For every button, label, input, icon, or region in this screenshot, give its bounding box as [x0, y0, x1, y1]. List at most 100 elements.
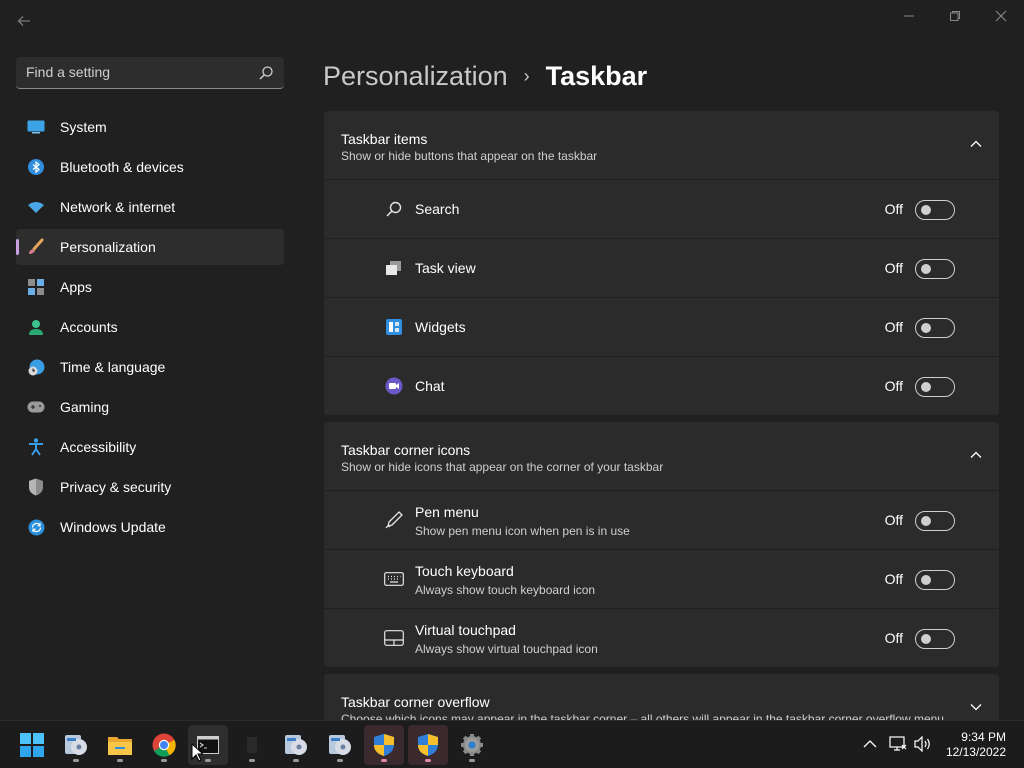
keyboard-icon — [384, 570, 404, 588]
clock-time: 9:34 PM — [961, 730, 1006, 744]
toggle-knob — [921, 382, 931, 392]
sidebar-item-label: Accessibility — [60, 439, 137, 455]
touch-keyboard-toggle[interactable] — [915, 570, 955, 590]
back-button[interactable] — [14, 12, 34, 36]
chat-toggle[interactable] — [915, 377, 955, 397]
taskbar-corner-overflow-group: Taskbar corner overflow Choose which ico… — [324, 674, 999, 720]
sidebar-item-privacy[interactable]: Privacy & security — [16, 469, 284, 505]
blank-app-icon — [247, 737, 257, 753]
taskbar-corner-icons-header[interactable]: Taskbar corner icons Show or hide icons … — [324, 422, 999, 490]
setting-row-task-view: Task view Off — [324, 238, 999, 297]
toggle-knob — [921, 516, 931, 526]
taskbar-app-blank[interactable] — [232, 725, 272, 765]
setting-row-widgets: Widgets Off — [324, 297, 999, 356]
setting-row-search: Search Off — [324, 179, 999, 238]
sidebar-item-label: Privacy & security — [60, 479, 172, 495]
row-label: Pen menu — [415, 504, 479, 520]
sidebar-item-label: Apps — [60, 279, 92, 295]
toggle-state: Off — [884, 512, 903, 528]
group-subtitle: Choose which icons may appear in the tas… — [341, 712, 944, 720]
running-indicator — [469, 759, 475, 762]
taskbar-app-settings[interactable] — [452, 725, 492, 765]
chevron-up-icon[interactable] — [969, 137, 983, 151]
sidebar-item-system[interactable]: System — [16, 109, 284, 145]
sidebar-item-apps[interactable]: Apps — [16, 269, 284, 305]
toggle-state: Off — [884, 260, 903, 276]
setting-row-pen-menu: Pen menu Show pen menu icon when pen is … — [324, 490, 999, 549]
row-label: Touch keyboard — [415, 563, 514, 579]
taskbar-app-file-explorer[interactable] — [100, 725, 140, 765]
running-indicator — [425, 759, 431, 762]
group-subtitle: Show or hide buttons that appear on the … — [341, 149, 598, 163]
toggle-state: Off — [884, 378, 903, 394]
sidebar-item-accessibility[interactable]: Accessibility — [16, 429, 284, 465]
taskbar-app-uac-1[interactable] — [364, 725, 404, 765]
row-label: Chat — [415, 378, 445, 394]
taskbar-clock[interactable]: 9:34 PM 12/13/2022 — [936, 730, 1006, 760]
start-button[interactable] — [12, 725, 52, 765]
back-arrow-icon — [17, 16, 30, 26]
title-bar — [0, 0, 1024, 48]
widgets-toggle[interactable] — [915, 318, 955, 338]
maximize-button[interactable] — [932, 4, 978, 28]
chevron-down-icon[interactable] — [969, 700, 983, 714]
volume-icon — [914, 736, 930, 752]
search-toggle[interactable] — [915, 200, 955, 220]
chevron-up-icon — [863, 740, 877, 748]
running-indicator — [73, 759, 79, 762]
close-button[interactable] — [978, 4, 1024, 28]
breadcrumb-parent[interactable]: Personalization — [323, 61, 508, 92]
toggle-knob — [921, 264, 931, 274]
virtual-touchpad-toggle[interactable] — [915, 629, 955, 649]
dvd-maker-icon — [329, 735, 351, 755]
close-icon — [995, 10, 1007, 22]
search-box[interactable] — [16, 57, 284, 89]
task-view-toggle[interactable] — [915, 259, 955, 279]
shield-icon — [27, 478, 45, 496]
volume-tray-button[interactable] — [913, 734, 933, 754]
sidebar-item-label: Gaming — [60, 399, 110, 415]
widgets-icon — [384, 318, 404, 336]
sidebar-item-bluetooth[interactable]: Bluetooth & devices — [16, 149, 284, 185]
sidebar-item-personalization[interactable]: Personalization — [16, 229, 284, 265]
search-icon[interactable] — [258, 65, 274, 81]
group-title: Taskbar corner icons — [341, 442, 471, 458]
chat-icon — [384, 377, 404, 395]
taskbar-app-chrome[interactable] — [144, 725, 184, 765]
sidebar-item-label: Bluetooth & devices — [60, 159, 184, 175]
taskbar-items-header[interactable]: Taskbar items Show or hide buttons that … — [324, 111, 999, 179]
monitor-icon — [27, 118, 45, 136]
taskbar-app-dvd-maker[interactable] — [56, 725, 96, 765]
minimize-button[interactable] — [886, 4, 932, 28]
settings-gear-icon — [461, 734, 483, 756]
sidebar-item-network[interactable]: Network & internet — [16, 189, 284, 225]
taskbar-app-dvd-maker-3[interactable] — [320, 725, 360, 765]
task-view-icon — [384, 259, 404, 277]
network-tray-button[interactable] — [888, 734, 908, 754]
sidebar-nav: System Bluetooth & devices Network & int… — [16, 109, 284, 549]
taskbar-app-dvd-maker-2[interactable] — [276, 725, 316, 765]
touchpad-icon — [384, 629, 404, 647]
sidebar-item-windows-update[interactable]: Windows Update — [16, 509, 284, 545]
uac-shield-icon — [374, 734, 394, 756]
running-indicator — [205, 759, 211, 762]
taskbar-app-uac-2[interactable] — [408, 725, 448, 765]
clock-globe-icon — [27, 358, 45, 376]
pen-menu-toggle[interactable] — [915, 511, 955, 531]
show-hidden-icons-button[interactable] — [860, 734, 880, 754]
sidebar-item-gaming[interactable]: Gaming — [16, 389, 284, 425]
chevron-up-icon[interactable] — [969, 448, 983, 462]
bluetooth-icon — [27, 158, 45, 176]
group-title: Taskbar corner overflow — [341, 694, 490, 710]
apps-icon — [27, 278, 45, 296]
sidebar-item-time-language[interactable]: Time & language — [16, 349, 284, 385]
sidebar-item-accounts[interactable]: Accounts — [16, 309, 284, 345]
search-icon — [384, 200, 404, 218]
accessibility-icon — [27, 438, 45, 456]
search-input[interactable] — [26, 57, 246, 87]
dvd-maker-icon — [285, 735, 307, 755]
sidebar-item-label: Time & language — [60, 359, 166, 375]
running-indicator — [161, 759, 167, 762]
taskbar-corner-overflow-header[interactable]: Taskbar corner overflow Choose which ico… — [324, 674, 999, 720]
row-description: Always show virtual touchpad icon — [415, 642, 598, 656]
